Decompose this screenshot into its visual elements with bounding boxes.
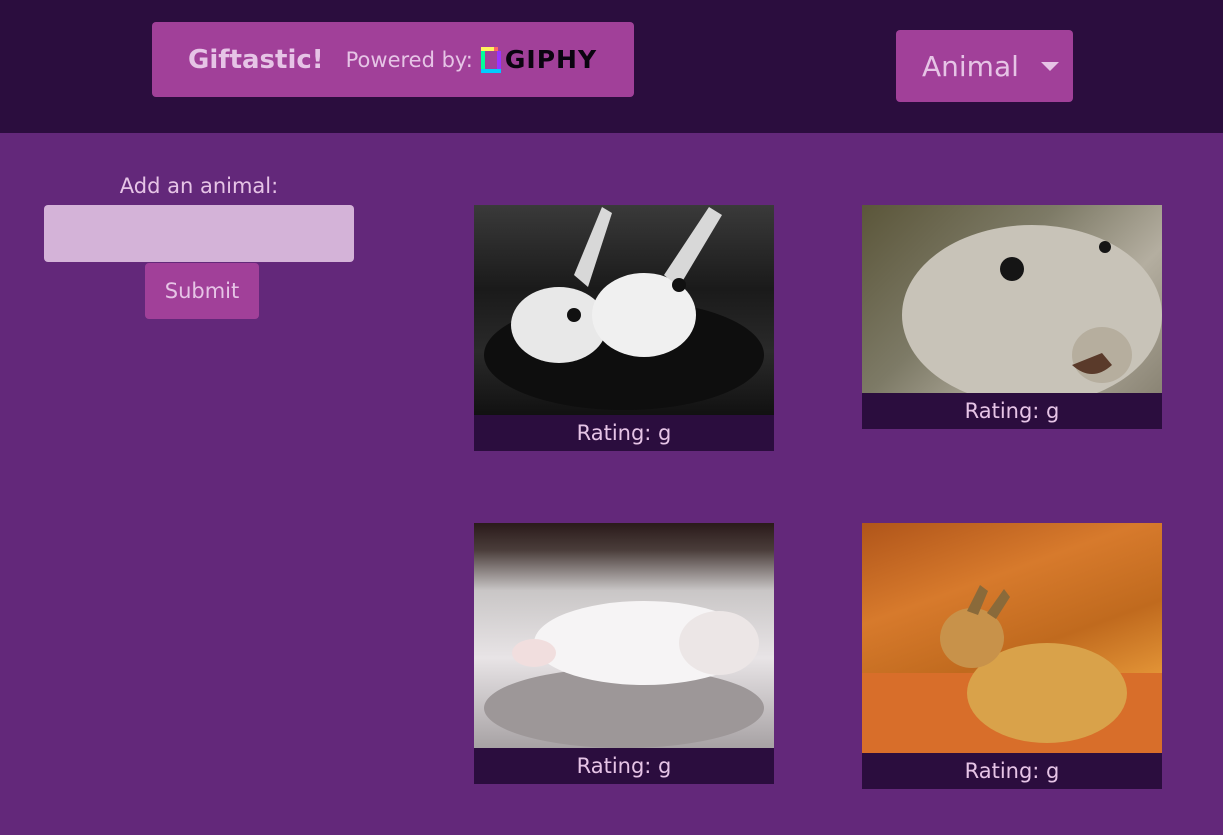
giphy-logo: GIPHY <box>480 45 598 74</box>
gif-card[interactable]: Rating: g <box>474 523 774 784</box>
brand-name: Giftastic! <box>188 44 324 75</box>
add-animal-input[interactable] <box>44 205 354 262</box>
caret-down-icon <box>1040 61 1059 71</box>
gif-image[interactable] <box>862 205 1162 393</box>
gif-rating: Rating: g <box>474 415 774 451</box>
brand-banner[interactable]: Giftastic! Powered by: GIPHY <box>152 22 634 97</box>
gif-rating: Rating: g <box>862 393 1162 429</box>
powered-by-label: Powered by: <box>345 47 473 72</box>
gif-card[interactable]: Rating: g <box>862 523 1162 789</box>
gif-rating: Rating: g <box>862 753 1162 789</box>
dropdown-label: Animal <box>922 49 1019 83</box>
top-navbar: Giftastic! Powered by: GIPHY Animal <box>0 0 1223 133</box>
gif-rating: Rating: g <box>474 748 774 784</box>
gif-image[interactable] <box>862 523 1162 753</box>
gif-image[interactable] <box>474 523 774 748</box>
giphy-icon <box>480 46 501 73</box>
animal-dropdown[interactable]: Animal <box>896 30 1073 102</box>
submit-button[interactable]: Submit <box>145 263 259 319</box>
giphy-wordmark: GIPHY <box>504 45 598 74</box>
gif-image[interactable] <box>474 205 774 415</box>
add-animal-label: Add an animal: <box>119 174 279 198</box>
gif-card[interactable]: Rating: g <box>862 205 1162 429</box>
gif-card[interactable]: Rating: g <box>474 205 774 451</box>
